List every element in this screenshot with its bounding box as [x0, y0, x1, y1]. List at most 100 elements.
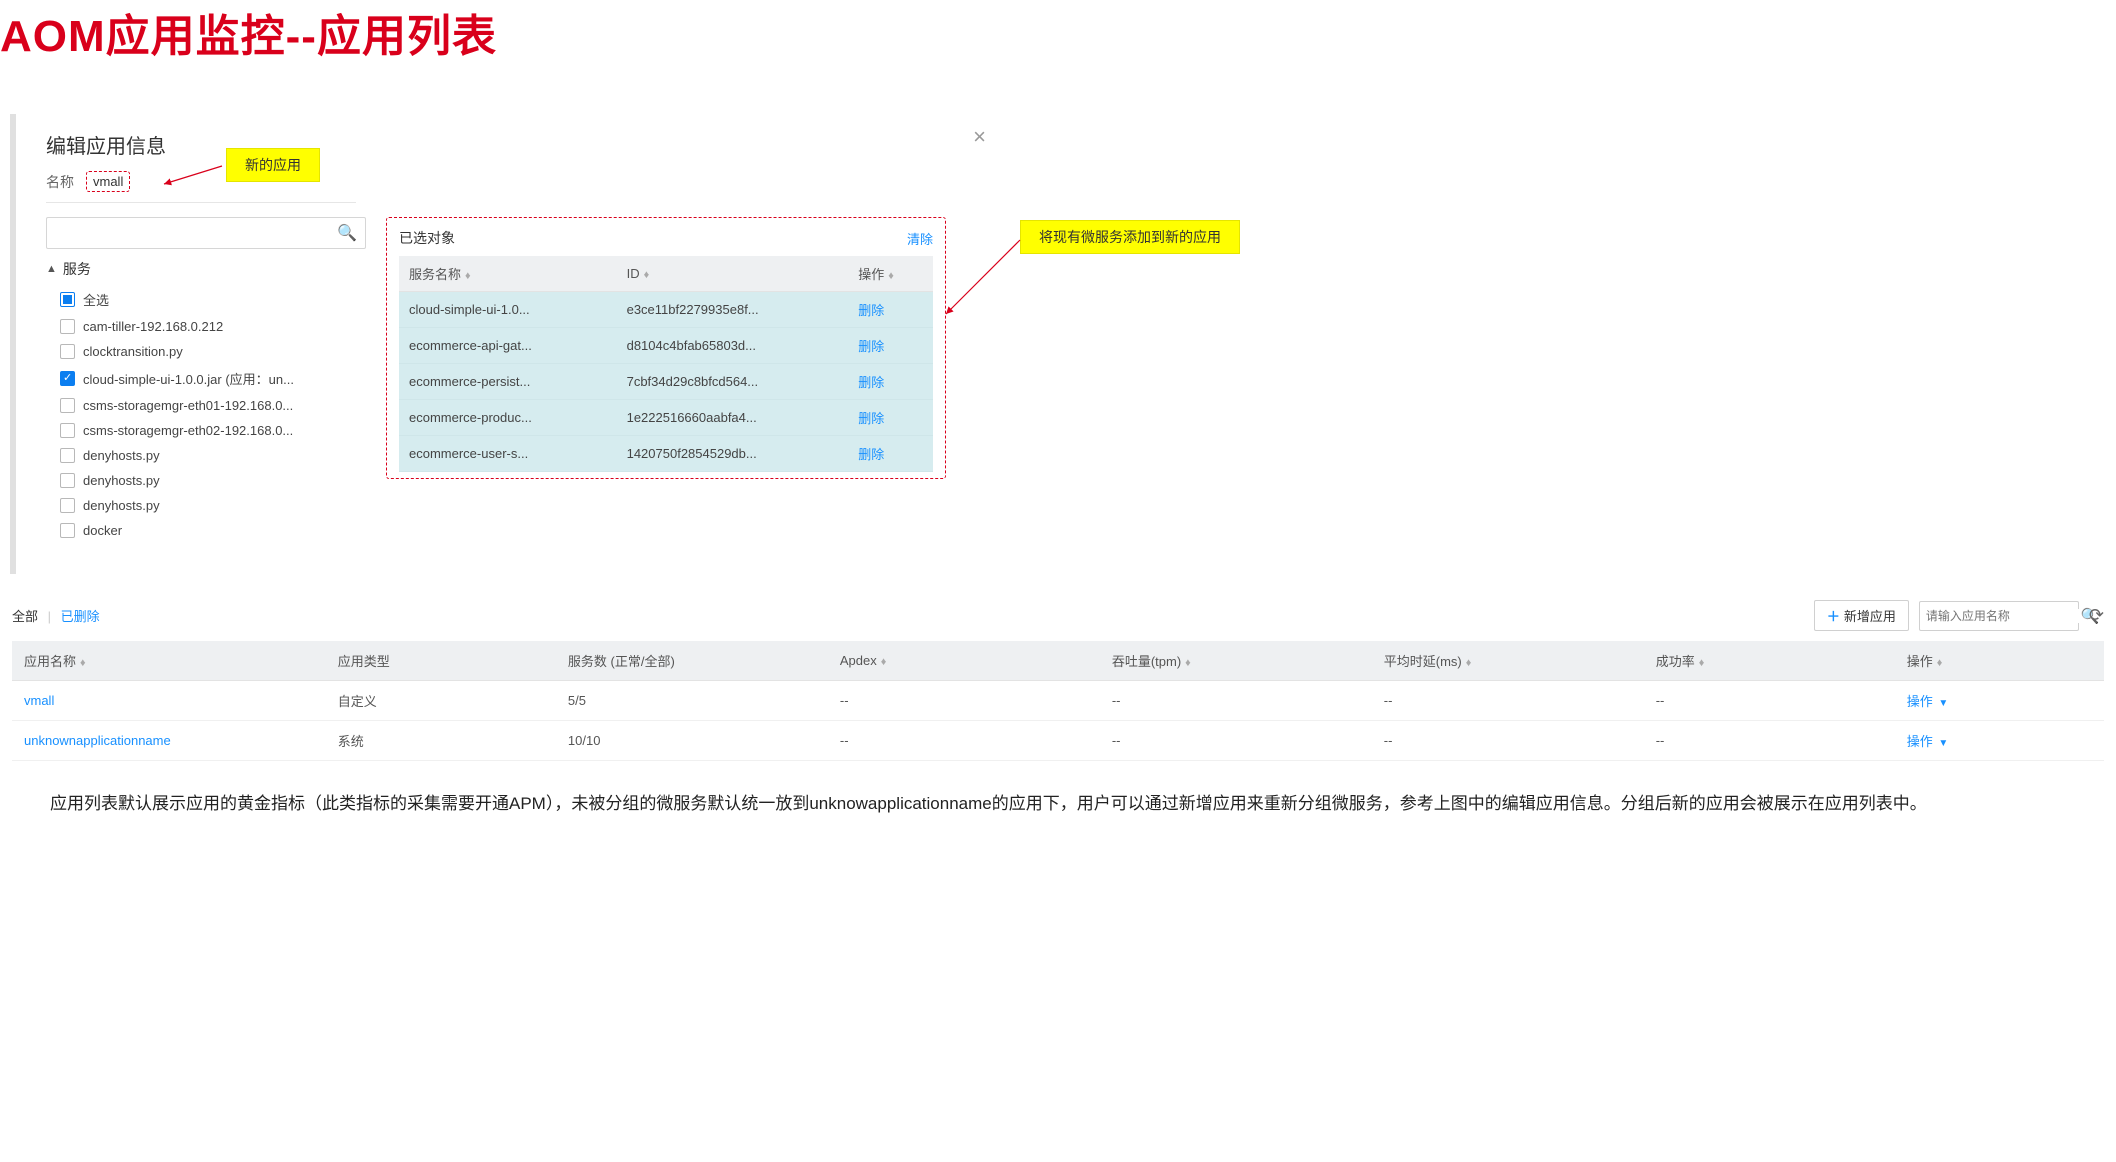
col-apdex[interactable]: Apdex♦: [828, 641, 1100, 681]
tab-all[interactable]: 全部: [12, 609, 38, 624]
footer-description: 应用列表默认展示应用的黄金指标（此类指标的采集需要开通APM），未被分组的微服务…: [0, 761, 2116, 817]
cell-id: 1e222516660aabfa4...: [617, 400, 849, 436]
search-input[interactable]: 🔍: [46, 217, 366, 249]
cell-op: 删除: [848, 292, 933, 328]
dialog-title: 编辑应用信息: [46, 114, 1000, 171]
cell-id: e3ce11bf2279935e8f...: [617, 292, 849, 328]
checkbox[interactable]: [60, 473, 75, 488]
search-icon[interactable]: 🔍: [337, 223, 357, 243]
service-item[interactable]: denyhosts.py: [60, 468, 366, 493]
sort-icon: ♦: [644, 269, 650, 281]
filter-tabs: 全部 | 已删除: [12, 606, 100, 625]
service-header-label: 服务: [63, 259, 91, 279]
cell-id: 7cbf34d29c8bfcd564...: [617, 364, 849, 400]
cell-op: 操作 ▼: [1895, 681, 2104, 721]
cell-service-name: cloud-simple-ui-1.0...: [399, 292, 617, 328]
table-row: ecommerce-persist...7cbf34d29c8bfcd564..…: [399, 364, 933, 400]
page-title: AOM应用监控--应用列表: [0, 0, 2116, 84]
cell-lat: --: [1372, 721, 1644, 761]
tab-deleted[interactable]: 已删除: [61, 609, 100, 624]
cell-succ: --: [1644, 721, 1895, 761]
service-item[interactable]: denyhosts.py: [60, 493, 366, 518]
cell-service-name: ecommerce-produc...: [399, 400, 617, 436]
cell-tpm: --: [1100, 681, 1372, 721]
app-search-field[interactable]: [1926, 609, 2081, 623]
checkbox[interactable]: [60, 423, 75, 438]
search-field[interactable]: [55, 226, 337, 241]
delete-link[interactable]: 删除: [858, 339, 884, 354]
delete-link[interactable]: 删除: [858, 447, 884, 462]
app-list-area: 全部 | 已删除 ＋ 新增应用 🔍 ⟳: [0, 594, 2116, 761]
col-app-type: 应用类型: [326, 641, 556, 681]
checkbox[interactable]: [60, 523, 75, 538]
col-app-name[interactable]: 应用名称♦: [12, 641, 326, 681]
col-service-name[interactable]: 服务名称♦: [399, 256, 617, 292]
table-row: vmall自定义5/5--------操作 ▼: [12, 681, 2104, 721]
cell-app-name: vmall: [12, 681, 326, 721]
cell-op: 删除: [848, 364, 933, 400]
close-icon[interactable]: ×: [973, 124, 986, 150]
divider: [46, 202, 356, 203]
checkbox[interactable]: [60, 292, 75, 307]
cell-succ: --: [1644, 681, 1895, 721]
col-op[interactable]: 操作♦: [848, 256, 933, 292]
checkbox[interactable]: [60, 398, 75, 413]
app-name-link[interactable]: unknownapplicationname: [24, 733, 171, 748]
service-item[interactable]: csms-storagemgr-eth01-192.168.0...: [60, 393, 366, 418]
row-action-link[interactable]: 操作 ▼: [1907, 734, 1949, 749]
service-item[interactable]: docker: [60, 518, 366, 543]
col-operation[interactable]: 操作♦: [1895, 641, 2104, 681]
delete-link[interactable]: 删除: [858, 411, 884, 426]
checkbox[interactable]: [60, 344, 75, 359]
add-app-button[interactable]: ＋ 新增应用: [1814, 600, 1909, 631]
table-row: ecommerce-user-s...1420750f2854529db...删…: [399, 436, 933, 472]
service-item[interactable]: 全选: [60, 285, 366, 314]
service-list: 全选cam-tiller-192.168.0.212 clocktransitio…: [46, 285, 366, 543]
cell-apdex: --: [828, 721, 1100, 761]
plus-icon: ＋: [1827, 606, 1840, 625]
service-tree-toggle[interactable]: ▲ 服务: [46, 259, 366, 279]
checkbox[interactable]: [60, 319, 75, 334]
cell-id: d8104c4bfab65803d...: [617, 328, 849, 364]
service-item[interactable]: denyhosts.py: [60, 443, 366, 468]
selected-objects-panel: 已选对象 清除 服务名称♦ ID♦ 操作♦ cloud-: [386, 217, 946, 479]
checkbox[interactable]: [60, 371, 75, 386]
checkbox[interactable]: [60, 498, 75, 513]
table-row: unknownapplicationname系统10/10--------操作 …: [12, 721, 2104, 761]
add-app-label: 新增应用: [1844, 606, 1896, 625]
app-name-value[interactable]: vmall: [86, 171, 130, 192]
clear-link[interactable]: 清除: [907, 229, 933, 248]
chevron-down-icon: ▲: [46, 263, 57, 275]
service-item[interactable]: cam-tiller-192.168.0.212: [60, 314, 366, 339]
sort-icon: ♦: [465, 270, 471, 282]
service-item-label: csms-storagemgr-eth02-192.168.0...: [83, 423, 293, 438]
col-tpm[interactable]: 吞吐量(tpm)♦: [1100, 641, 1372, 681]
cell-app-type: 自定义: [326, 681, 556, 721]
col-success[interactable]: 成功率♦: [1644, 641, 1895, 681]
service-item-label: csms-storagemgr-eth01-192.168.0...: [83, 398, 293, 413]
col-svc-count: 服务数 (正常/全部): [556, 641, 828, 681]
cell-op: 删除: [848, 436, 933, 472]
delete-link[interactable]: 删除: [858, 375, 884, 390]
refresh-icon[interactable]: ⟳: [2089, 605, 2104, 626]
cell-service-name: ecommerce-api-gat...: [399, 328, 617, 364]
service-item-label: clocktransition.py: [83, 344, 183, 359]
service-item[interactable]: csms-storagemgr-eth02-192.168.0...: [60, 418, 366, 443]
table-row: ecommerce-api-gat...d8104c4bfab65803d...…: [399, 328, 933, 364]
service-tree-panel: 🔍 ▲ 服务 全选cam-tiller-192.168.0.212 clocktr…: [46, 217, 366, 543]
app-name-link[interactable]: vmall: [24, 693, 54, 708]
app-search-input[interactable]: 🔍: [1919, 601, 2079, 631]
sort-icon: ♦: [888, 270, 894, 282]
service-item-label: cloud-simple-ui-1.0.0.jar (应用：un...: [83, 369, 294, 388]
table-row: ecommerce-produc...1e222516660aabfa4... 删…: [399, 400, 933, 436]
col-id[interactable]: ID♦: [617, 256, 849, 292]
row-action-link[interactable]: 操作 ▼: [1907, 694, 1949, 709]
table-row: cloud-simple-ui-1.0...e3ce11bf2279935e8f…: [399, 292, 933, 328]
col-latency[interactable]: 平均时延(ms)♦: [1372, 641, 1644, 681]
delete-link[interactable]: 删除: [858, 303, 884, 318]
service-item[interactable]: clocktransition.py: [60, 339, 366, 364]
selected-title: 已选对象: [399, 228, 455, 248]
checkbox[interactable]: [60, 448, 75, 463]
service-item[interactable]: cloud-simple-ui-1.0.0.jar (应用：un...: [60, 364, 366, 393]
service-item-label: denyhosts.py: [83, 473, 160, 488]
